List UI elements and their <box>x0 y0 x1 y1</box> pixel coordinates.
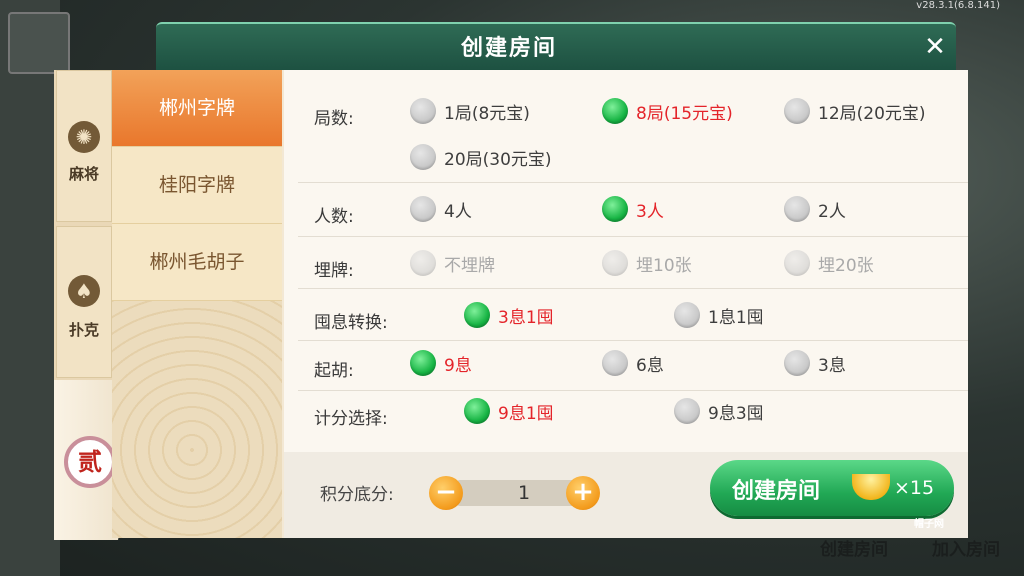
start-option-6[interactable]: 6息 <box>602 348 664 378</box>
radio-button[interactable] <box>602 350 628 376</box>
radio-button-selected[interactable] <box>410 350 436 376</box>
option-text: 不埋牌 <box>444 255 495 276</box>
row-divider <box>298 236 968 237</box>
convert-option-1-1[interactable]: 1息1囤 <box>674 300 764 330</box>
option-text: 6息 <box>636 355 664 376</box>
row-divider <box>298 288 968 289</box>
players-option-4[interactable]: 4人 <box>410 194 472 224</box>
rounds-label: 局数: <box>314 109 354 129</box>
start-option-9[interactable]: 9息 <box>410 348 472 378</box>
convert-label: 囤息转换: <box>314 313 388 333</box>
watermark-text: 帽子网 <box>914 519 944 530</box>
rule-options-panel: 局数: 1局(8元宝) 8局(15元宝) 12局(20元宝) 20局(30元宝)… <box>284 70 968 452</box>
gold-ingot-icon <box>852 474 890 500</box>
bg-join-room-label: 加入房间 <box>932 540 1000 560</box>
radio-button[interactable] <box>784 98 810 124</box>
game-item-guiyang-zipai[interactable]: 桂阳字牌 <box>112 147 282 224</box>
bury-option-20[interactable]: 埋20张 <box>784 248 874 278</box>
players-option-3[interactable]: 3人 <box>602 194 664 224</box>
option-text: 埋20张 <box>818 255 874 276</box>
mahjong-icon: ✺ <box>68 121 100 153</box>
version-label: v28.3.1(6.8.141) <box>916 0 1000 11</box>
radio-button[interactable] <box>410 196 436 222</box>
option-text: 20局(30元宝) <box>444 149 552 170</box>
start-option-3[interactable]: 3息 <box>784 348 846 378</box>
room-cost: ×15 <box>894 477 935 499</box>
game-list: 郴州字牌 桂阳字牌 郴州毛胡子 <box>112 70 282 538</box>
radio-button[interactable] <box>410 98 436 124</box>
row-divider <box>298 340 968 341</box>
radio-button-disabled[interactable] <box>602 250 628 276</box>
game-item-chenzhou-zipai[interactable]: 郴州字牌 <box>112 70 282 147</box>
bury-label: 埋牌: <box>314 261 354 281</box>
players-label: 人数: <box>314 207 354 227</box>
scoring-label: 计分选择: <box>314 409 388 429</box>
option-text: 3息 <box>818 355 846 376</box>
option-text: 9息 <box>444 355 472 376</box>
row-divider <box>298 182 968 183</box>
option-text: 3息1囤 <box>498 307 554 328</box>
option-text: 4人 <box>444 201 472 222</box>
radio-button-disabled[interactable] <box>410 250 436 276</box>
radio-button-selected[interactable] <box>464 398 490 424</box>
increase-score-button[interactable]: + <box>566 476 600 510</box>
rounds-option-8[interactable]: 8局(15元宝) <box>602 96 733 126</box>
create-room-label: 创建房间 <box>732 479 821 504</box>
option-text: 1局(8元宝) <box>444 103 530 124</box>
scoring-option-9-3[interactable]: 9息3囤 <box>674 396 764 426</box>
category-label-mahjong: 麻将 <box>68 165 99 183</box>
dialog-title: 创建房间 <box>460 36 557 61</box>
radio-button[interactable] <box>784 350 810 376</box>
row-divider <box>298 390 968 391</box>
rounds-option-12[interactable]: 12局(20元宝) <box>784 96 926 126</box>
dialog-content: ✺ 麻将 ♠ 扑克 贰 郴州字牌 桂阳字牌 郴州毛胡子 局数: 1局(8元宝) <box>54 70 968 540</box>
option-text: 9息1囤 <box>498 403 554 424</box>
radio-button-disabled[interactable] <box>784 250 810 276</box>
spade-icon: ♠ <box>68 275 100 307</box>
dialog-header: 创建房间 ✕ <box>50 18 968 70</box>
decrease-score-button[interactable]: − <box>429 476 463 510</box>
bury-option-none[interactable]: 不埋牌 <box>410 248 495 278</box>
background-bottom-menu: 创建房间 加入房间 <box>0 536 1024 576</box>
radio-button[interactable] <box>674 302 700 328</box>
option-text: 1息1囤 <box>708 307 764 328</box>
bury-option-10[interactable]: 埋10张 <box>602 248 692 278</box>
option-text: 2人 <box>818 201 846 222</box>
base-score-label: 积分底分: <box>320 485 394 505</box>
option-text: 9息3囤 <box>708 403 764 424</box>
category-tab-poker[interactable]: ♠ 扑克 <box>56 226 112 378</box>
radio-button-selected[interactable] <box>464 302 490 328</box>
start-hu-label: 起胡: <box>314 361 354 381</box>
radio-button-selected[interactable] <box>602 98 628 124</box>
close-button[interactable]: ✕ <box>920 32 950 62</box>
option-text: 3人 <box>636 201 664 222</box>
zipai-icon: 贰 <box>64 436 116 488</box>
radio-button[interactable] <box>410 144 436 170</box>
option-text: 埋10张 <box>636 255 692 276</box>
category-tab-mahjong[interactable]: ✺ 麻将 <box>56 70 112 222</box>
category-column: ✺ 麻将 ♠ 扑克 贰 <box>54 70 134 540</box>
create-room-dialog: 创建房间 ✕ ✺ 麻将 ♠ 扑克 贰 郴州字牌 桂阳字牌 郴州毛胡子 局数: 1… <box>50 18 968 540</box>
players-option-2[interactable]: 2人 <box>784 194 846 224</box>
option-text: 8局(15元宝) <box>636 103 733 124</box>
radio-button-selected[interactable] <box>602 196 628 222</box>
dialog-footer: 积分底分: 1 − + 创建房间 ×15 <box>284 452 968 538</box>
convert-option-3-1[interactable]: 3息1囤 <box>464 300 554 330</box>
radio-button[interactable] <box>674 398 700 424</box>
rounds-option-20[interactable]: 20局(30元宝) <box>410 142 552 172</box>
create-room-button[interactable]: 创建房间 ×15 <box>710 460 954 516</box>
option-text: 12局(20元宝) <box>818 103 926 124</box>
category-label-poker: 扑克 <box>68 321 99 339</box>
scoring-option-9-1[interactable]: 9息1囤 <box>464 396 554 426</box>
radio-button[interactable] <box>784 196 810 222</box>
bg-create-room-label: 创建房间 <box>820 540 888 560</box>
rounds-option-1[interactable]: 1局(8元宝) <box>410 96 530 126</box>
game-item-chenzhou-maohuzi[interactable]: 郴州毛胡子 <box>112 224 282 301</box>
